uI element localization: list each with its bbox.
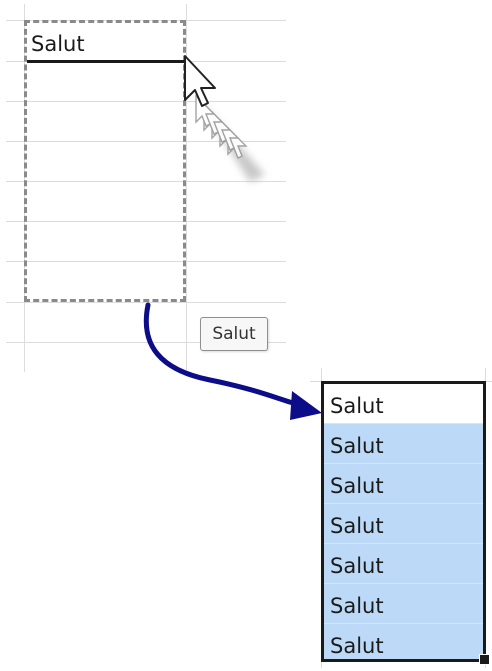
row-divider [324,583,483,584]
source-cell[interactable]: Salut [31,34,85,55]
row-divider [324,623,483,624]
fill-direction-arrow [143,302,322,420]
active-cell-border [27,60,184,63]
filled-cell[interactable]: Salut [330,476,384,497]
drag-cursor-trail [184,55,265,182]
fill-handle[interactable] [479,654,490,665]
filled-range[interactable]: Salut Salut Salut Salut Salut Salut Salu… [321,381,486,662]
filled-cell[interactable]: Salut [330,636,384,657]
filled-cell[interactable]: Salut [330,556,384,577]
filled-cell[interactable]: Salut [330,516,384,537]
filled-cell[interactable]: Salut [330,396,384,417]
mouse-pointer-icon [184,55,216,107]
row-divider [324,543,483,544]
filled-cell[interactable]: Salut [330,596,384,617]
filled-cell[interactable]: Salut [330,436,384,457]
row-divider [324,503,483,504]
row-divider [324,423,483,424]
row-divider [324,463,483,464]
